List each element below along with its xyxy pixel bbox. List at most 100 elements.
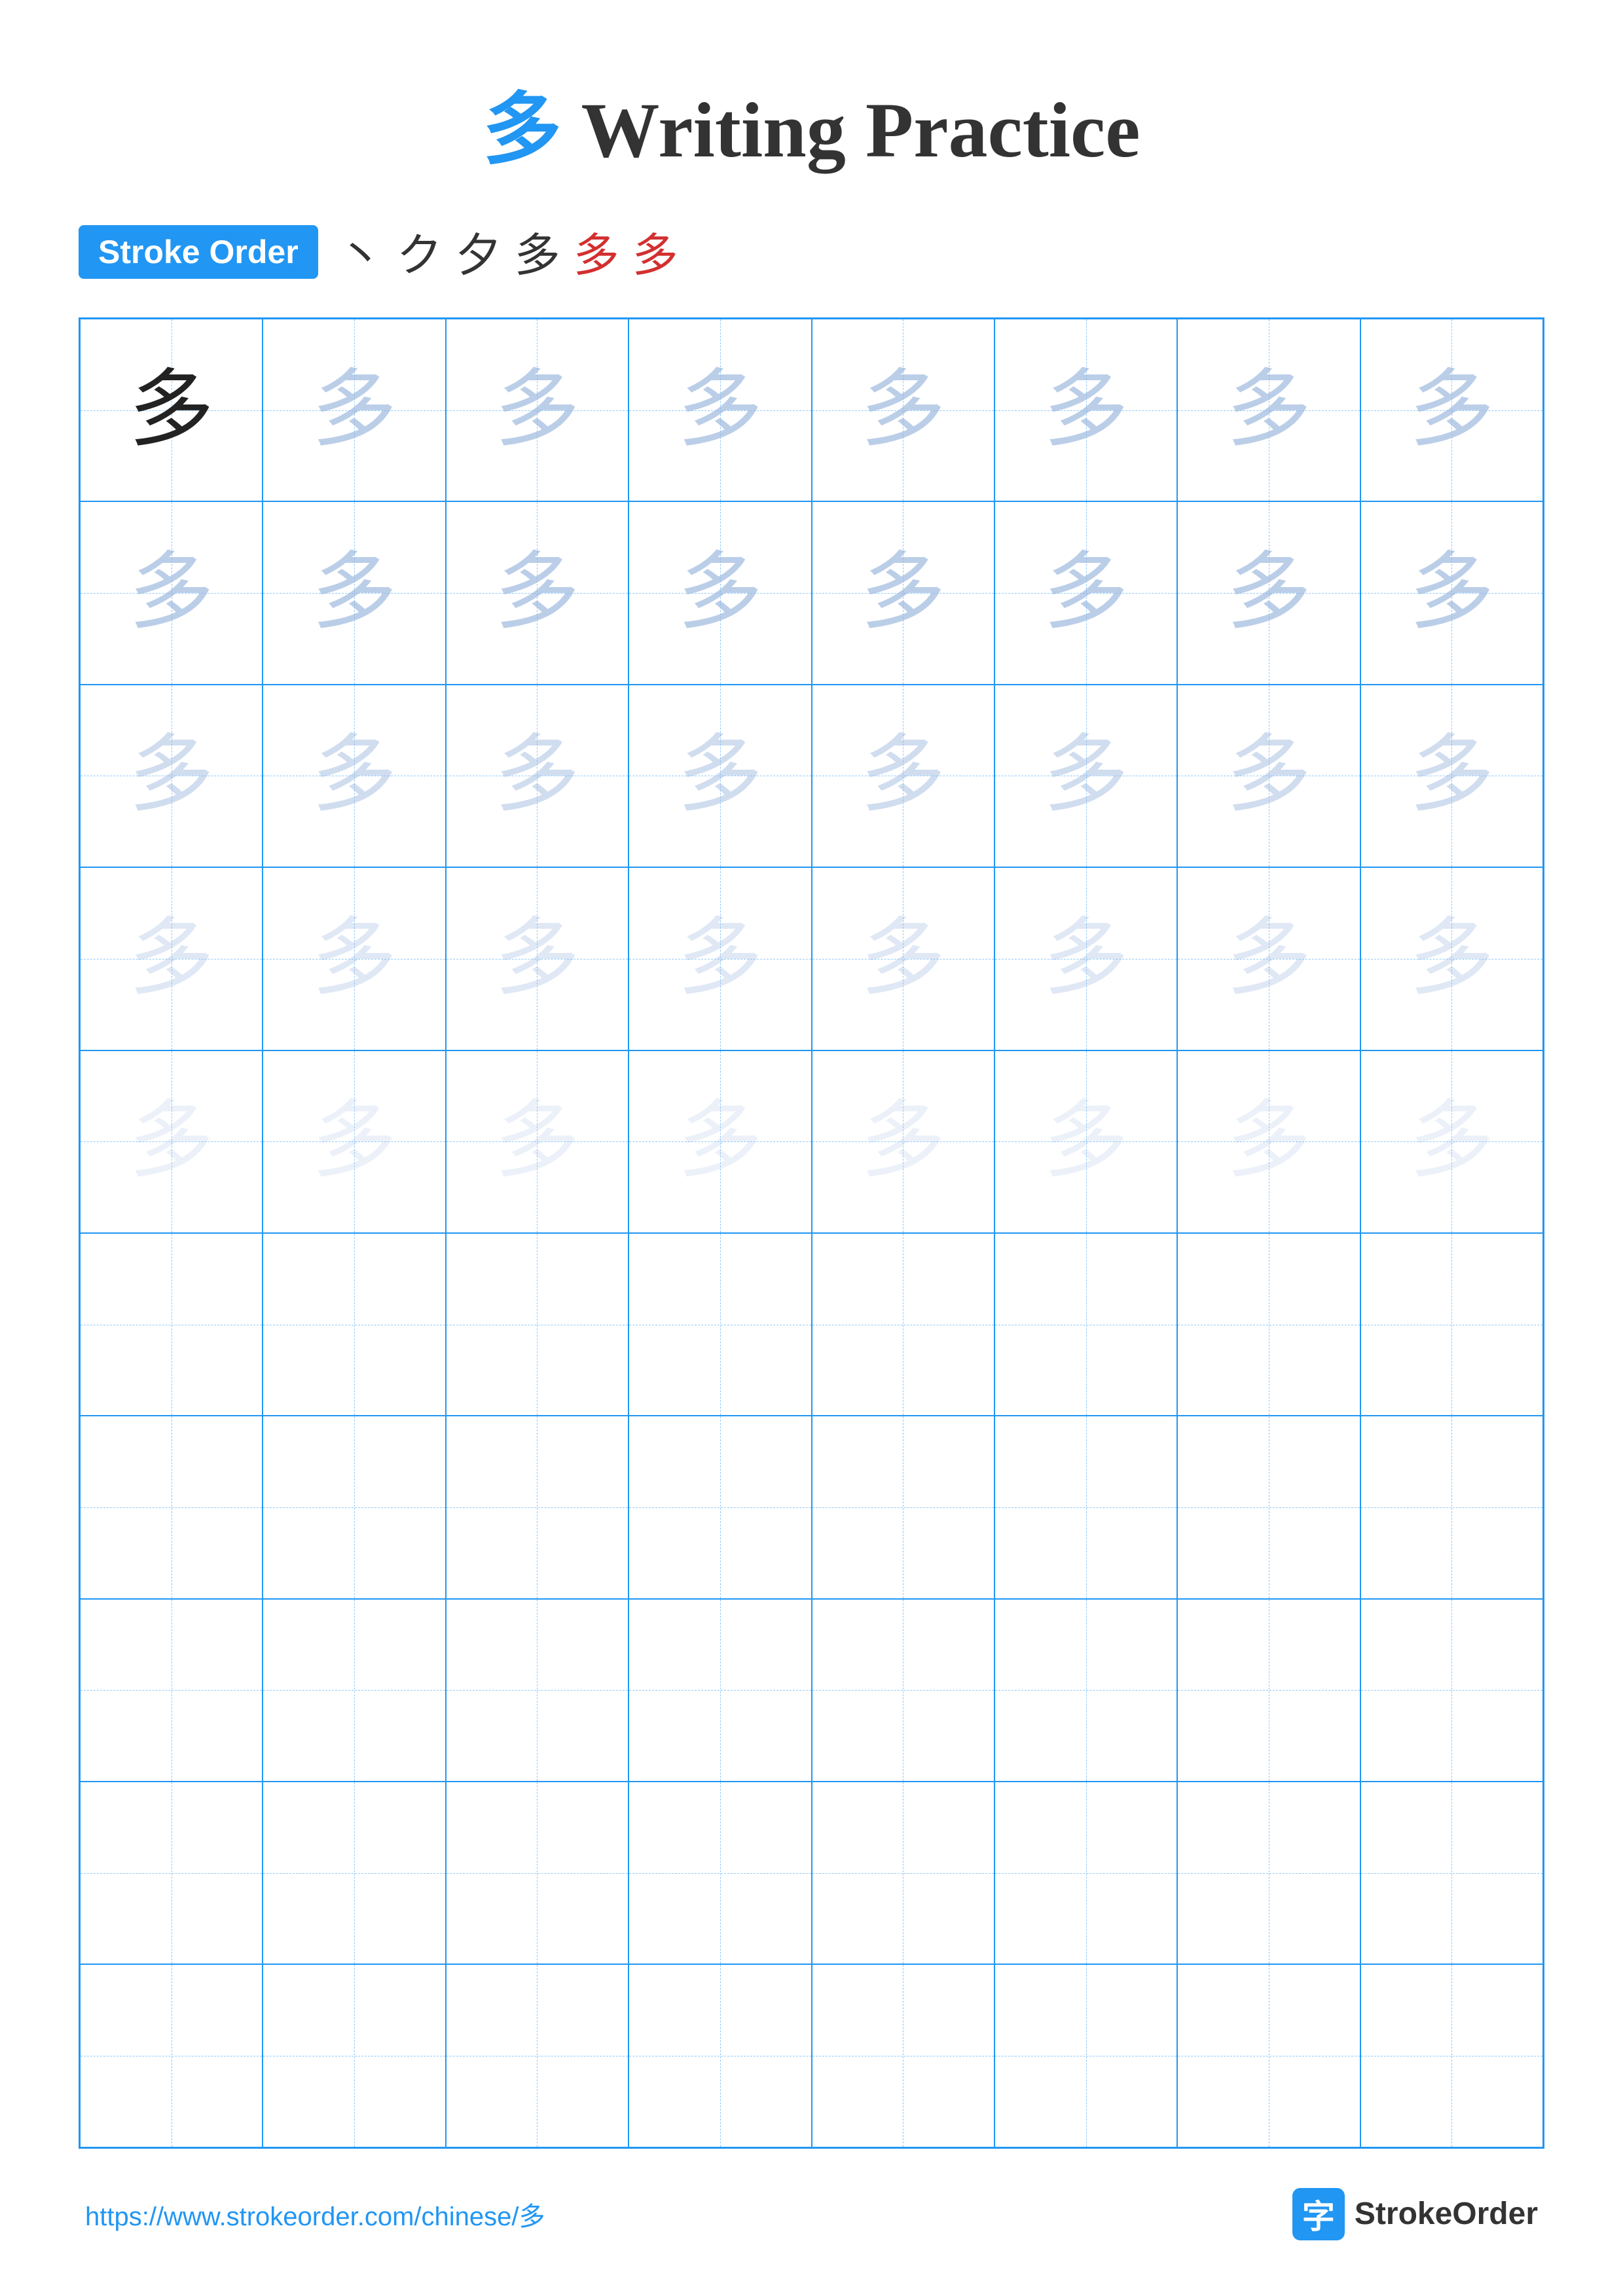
footer-logo-icon: 字 [1292, 2188, 1345, 2240]
grid-char-r2-c0: 多 [129, 733, 214, 818]
stroke-step-5: 多 [574, 219, 619, 285]
grid-cell-r3-c3: 多 [629, 867, 811, 1050]
grid-cell-r8-c5 [994, 1782, 1177, 1964]
grid-cell-r5-c7 [1360, 1233, 1543, 1416]
grid-cell-r3-c1: 多 [263, 867, 445, 1050]
grid-cell-r9-c4 [812, 1964, 994, 2147]
grid-char-r0-c0: 多 [129, 368, 214, 453]
grid-char-r4-c7: 多 [1409, 1099, 1494, 1184]
grid-char-r2-c3: 多 [678, 733, 763, 818]
grid-char-r4-c1: 多 [312, 1099, 397, 1184]
grid-char-r2-c7: 多 [1409, 733, 1494, 818]
grid-char-r1-c3: 多 [678, 550, 763, 636]
grid-char-r1-c4: 多 [860, 550, 945, 636]
grid-cell-r5-c6 [1177, 1233, 1360, 1416]
grid-cell-r2-c6: 多 [1177, 685, 1360, 867]
grid-char-r0-c6: 多 [1226, 368, 1311, 453]
grid-cell-r7-c6 [1177, 1599, 1360, 1782]
grid-cell-r2-c4: 多 [812, 685, 994, 867]
grid-char-r0-c3: 多 [678, 368, 763, 453]
grid-cell-r7-c2 [446, 1599, 629, 1782]
grid-cell-r9-c2 [446, 1964, 629, 2147]
grid-cell-r3-c5: 多 [994, 867, 1177, 1050]
grid-char-r3-c6: 多 [1226, 916, 1311, 1001]
grid-char-r4-c3: 多 [678, 1099, 763, 1184]
grid-char-r2-c5: 多 [1044, 733, 1129, 818]
grid-char-r0-c1: 多 [312, 368, 397, 453]
grid-char-r3-c2: 多 [494, 916, 579, 1001]
grid-char-r3-c1: 多 [312, 916, 397, 1001]
grid-cell-r6-c0 [80, 1416, 263, 1598]
grid-char-r2-c1: 多 [312, 733, 397, 818]
grid-cell-r0-c3: 多 [629, 319, 811, 501]
grid-cell-r1-c2: 多 [446, 501, 629, 684]
grid-char-r2-c4: 多 [860, 733, 945, 818]
grid-cell-r4-c1: 多 [263, 1050, 445, 1233]
grid-cell-r9-c5 [994, 1964, 1177, 2147]
grid-char-r2-c6: 多 [1226, 733, 1311, 818]
stroke-order-row: Stroke Order 丶 ク 夕 多 多 多 [79, 219, 1544, 285]
grid-cell-r1-c1: 多 [263, 501, 445, 684]
grid-cell-r9-c0 [80, 1964, 263, 2147]
grid-cell-r7-c7 [1360, 1599, 1543, 1782]
grid-cell-r4-c3: 多 [629, 1050, 811, 1233]
grid-cell-r6-c5 [994, 1416, 1177, 1598]
grid-cell-r7-c4 [812, 1599, 994, 1782]
stroke-step-2: ク [397, 219, 443, 285]
grid-cell-r3-c0: 多 [80, 867, 263, 1050]
grid-cell-r7-c5 [994, 1599, 1177, 1782]
grid-cell-r1-c0: 多 [80, 501, 263, 684]
grid-cell-r0-c1: 多 [263, 319, 445, 501]
grid-cell-r6-c4 [812, 1416, 994, 1598]
grid-char-r2-c2: 多 [494, 733, 579, 818]
grid-char-r1-c5: 多 [1044, 550, 1129, 636]
stroke-step-4: 多 [515, 219, 560, 285]
grid-cell-r8-c1 [263, 1782, 445, 1964]
grid-cell-r0-c7: 多 [1360, 319, 1543, 501]
grid-cell-r5-c0 [80, 1233, 263, 1416]
grid-cell-r0-c6: 多 [1177, 319, 1360, 501]
grid-cell-r2-c3: 多 [629, 685, 811, 867]
grid-cell-r4-c5: 多 [994, 1050, 1177, 1233]
stroke-steps: 丶 ク 夕 多 多 多 [338, 219, 678, 285]
grid-char-r1-c2: 多 [494, 550, 579, 636]
grid-cell-r8-c0 [80, 1782, 263, 1964]
grid-char-r4-c6: 多 [1226, 1099, 1311, 1184]
title-writing-practice: Writing Practice [581, 86, 1140, 173]
grid-cell-r2-c0: 多 [80, 685, 263, 867]
stroke-order-badge: Stroke Order [79, 225, 318, 279]
grid-cell-r1-c4: 多 [812, 501, 994, 684]
grid-cell-r5-c4 [812, 1233, 994, 1416]
grid-cell-r9-c1 [263, 1964, 445, 2147]
grid-cell-r6-c6 [1177, 1416, 1360, 1598]
stroke-step-1: 丶 [338, 219, 384, 285]
grid-cell-r9-c6 [1177, 1964, 1360, 2147]
grid-cell-r1-c6: 多 [1177, 501, 1360, 684]
grid-cell-r3-c6: 多 [1177, 867, 1360, 1050]
grid-cell-r2-c5: 多 [994, 685, 1177, 867]
grid-cell-r5-c3 [629, 1233, 811, 1416]
grid-cell-r1-c7: 多 [1360, 501, 1543, 684]
grid-cell-r6-c3 [629, 1416, 811, 1598]
grid-cell-r0-c0: 多 [80, 319, 263, 501]
grid-cell-r2-c2: 多 [446, 685, 629, 867]
grid-cell-r3-c4: 多 [812, 867, 994, 1050]
grid-char-r0-c7: 多 [1409, 368, 1494, 453]
grid-cell-r8-c6 [1177, 1782, 1360, 1964]
grid-cell-r7-c3 [629, 1599, 811, 1782]
grid-char-r1-c1: 多 [312, 550, 397, 636]
grid-char-r3-c3: 多 [678, 916, 763, 1001]
grid-cell-r8-c7 [1360, 1782, 1543, 1964]
grid-cell-r8-c3 [629, 1782, 811, 1964]
grid-cell-r6-c1 [263, 1416, 445, 1598]
grid-cell-r9-c7 [1360, 1964, 1543, 2147]
grid-char-r0-c4: 多 [860, 368, 945, 453]
title-char: 多 [483, 86, 561, 173]
grid-cell-r0-c2: 多 [446, 319, 629, 501]
grid-cell-r0-c4: 多 [812, 319, 994, 501]
practice-grid: 多多多多多多多多多多多多多多多多多多多多多多多多多多多多多多多多多多多多多多多多 [79, 317, 1544, 2149]
grid-cell-r4-c4: 多 [812, 1050, 994, 1233]
grid-char-r4-c2: 多 [494, 1099, 579, 1184]
grid-cell-r6-c2 [446, 1416, 629, 1598]
grid-cell-r6-c7 [1360, 1416, 1543, 1598]
